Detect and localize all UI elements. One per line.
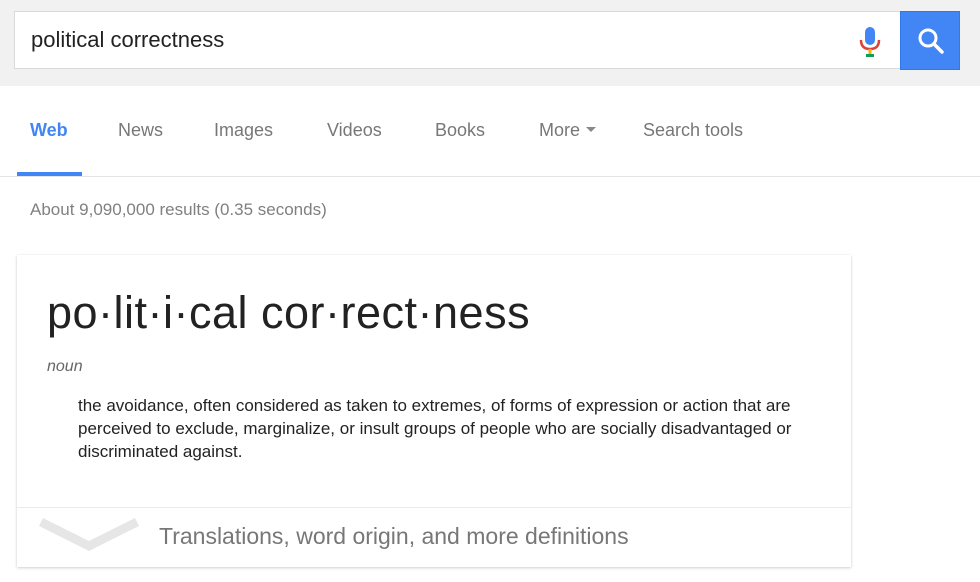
search-header: political correctness (0, 0, 980, 86)
search-query-text[interactable]: political correctness (31, 27, 224, 53)
search-button[interactable] (900, 11, 960, 70)
headword: po·lit·i·cal cor·rect·ness (47, 287, 531, 338)
tab-more[interactable]: More (539, 120, 597, 141)
result-stats: About 9,090,000 results (0.35 seconds) (30, 200, 327, 219)
definition-text: the avoidance, often considered as taken… (78, 396, 792, 461)
microphone-icon[interactable] (858, 25, 882, 59)
chevron-down-icon (39, 518, 139, 552)
search-icon (918, 28, 944, 54)
tab-more-label: More (539, 120, 581, 140)
tab-news[interactable]: News (118, 120, 163, 141)
expander-label: Translations, word origin, and more defi… (159, 523, 629, 549)
active-tab-indicator (17, 172, 82, 176)
more-definitions-expander[interactable]: Translations, word origin, and more defi… (17, 508, 851, 567)
part-of-speech: noun (47, 358, 83, 375)
caret-down-icon (586, 126, 597, 132)
search-tabs: Web News Images Videos Books More Search… (0, 86, 980, 177)
search-tools-button[interactable]: Search tools (643, 120, 743, 141)
search-input[interactable]: political correctness (14, 11, 900, 69)
tab-books[interactable]: Books (435, 120, 485, 141)
tab-images[interactable]: Images (214, 120, 273, 141)
tab-videos[interactable]: Videos (327, 120, 382, 141)
definition-card: po·lit·i·cal cor·rect·ness noun the avoi… (17, 255, 851, 567)
tab-web[interactable]: Web (30, 120, 68, 141)
